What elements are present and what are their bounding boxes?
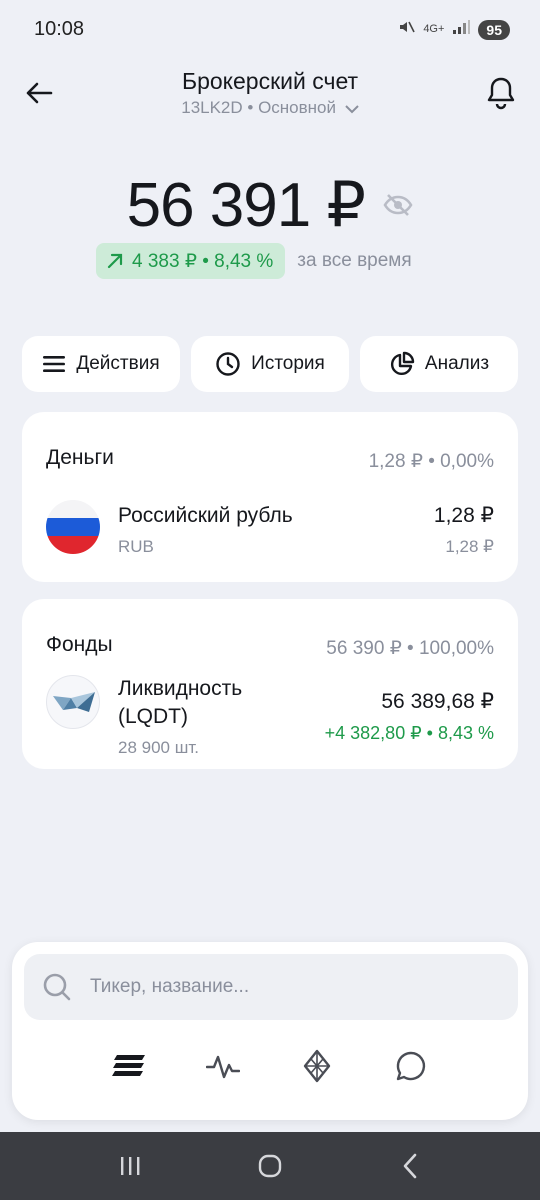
arrow-up-right-icon	[106, 252, 124, 270]
nav-tab-market[interactable]	[199, 1042, 247, 1090]
total-change-row: 4 383 ₽ • 8,43 % за все время	[96, 243, 412, 279]
balance-section: 56 391 ₽	[0, 168, 540, 241]
funds-section-title: Фонды	[46, 633, 113, 656]
page-title: Брокерский счет	[181, 68, 358, 94]
action-buttons: Действия История Анализ	[22, 336, 518, 392]
eye-off-icon[interactable]	[383, 193, 413, 222]
system-back-button[interactable]	[385, 1141, 435, 1191]
analysis-button-label: Анализ	[424, 353, 490, 374]
nav-tab-crypto[interactable]	[293, 1042, 341, 1090]
battery-indicator: 95	[478, 19, 510, 40]
money-section-title: Деньги	[46, 446, 114, 469]
search-input[interactable]	[90, 954, 500, 1020]
total-change-badge[interactable]: 4 383 ₽ • 8,43 %	[96, 243, 286, 279]
change-period-label: за все время	[297, 250, 412, 271]
money-summary: 1,28 ₽ • 0,00%	[368, 451, 494, 472]
pie-chart-icon	[389, 351, 415, 377]
history-button-label: История	[251, 353, 325, 374]
system-nav-bar	[0, 1132, 540, 1200]
mute-icon	[397, 18, 416, 41]
asset-name-line2: (LQDT)	[118, 705, 188, 728]
history-button[interactable]: История	[191, 336, 349, 392]
crypto-icon	[303, 1049, 331, 1083]
asset-name: Российский рубль	[118, 504, 293, 527]
analysis-button[interactable]: Анализ	[360, 336, 518, 392]
network-label: 4G+	[423, 23, 445, 35]
money-card: Деньги 1,28 ₽ • 0,00% Российский рубль R…	[22, 412, 518, 582]
signal-icon	[452, 19, 471, 40]
search-icon	[42, 972, 72, 1002]
account-selector[interactable]: 13LK2D • Основной	[0, 98, 540, 119]
asset-value: 56 389,68 ₽	[381, 690, 494, 713]
asset-value: 1,28 ₽	[433, 504, 494, 527]
balance-value: 56 391 ₽	[126, 171, 366, 240]
menu-icon	[42, 354, 66, 374]
portfolio-icon	[112, 1055, 145, 1076]
lqdt-fund-logo-icon	[46, 675, 100, 729]
bottom-panel	[12, 942, 528, 1120]
chevron-down-icon	[345, 99, 359, 119]
recent-apps-button[interactable]	[105, 1141, 155, 1191]
status-bar: 10:08 4G+ 95	[0, 0, 540, 60]
header: Брокерский счет 13LK2D • Основной	[0, 62, 540, 132]
pulse-icon	[206, 1055, 240, 1079]
home-icon	[258, 1154, 282, 1178]
home-button[interactable]	[245, 1141, 295, 1191]
account-label: 13LK2D • Основной	[181, 98, 337, 117]
notifications-button[interactable]	[484, 74, 518, 112]
funds-summary: 56 390 ₽ • 100,00%	[326, 638, 494, 659]
russia-flag-icon	[46, 500, 100, 554]
clock-icon	[215, 351, 241, 377]
actions-button[interactable]: Действия	[22, 336, 180, 392]
total-change-value: 4 383 ₽ • 8,43 %	[132, 250, 274, 272]
search-box	[24, 954, 518, 1020]
asset-sub-value: 1,28 ₽	[445, 537, 494, 556]
chat-icon	[396, 1051, 426, 1081]
nav-tab-portfolio[interactable]	[105, 1042, 153, 1090]
status-icons: 4G+ 95	[397, 18, 510, 41]
actions-button-label: Действия	[76, 353, 160, 374]
asset-change: +4 382,80 ₽ • 8,43 %	[324, 723, 494, 743]
nav-tab-chat[interactable]	[387, 1042, 435, 1090]
recent-apps-icon	[121, 1157, 140, 1175]
chevron-left-icon	[403, 1153, 417, 1179]
bell-icon	[487, 77, 515, 110]
bottom-nav	[12, 1042, 528, 1090]
funds-card: Фонды 56 390 ₽ • 100,00% Ликвидность (LQ…	[22, 599, 518, 769]
status-time: 10:08	[34, 18, 85, 40]
asset-ticker: RUB	[118, 537, 154, 556]
asset-name-line1: Ликвидность	[118, 677, 243, 700]
asset-quantity: 28 900 шт.	[118, 738, 199, 757]
